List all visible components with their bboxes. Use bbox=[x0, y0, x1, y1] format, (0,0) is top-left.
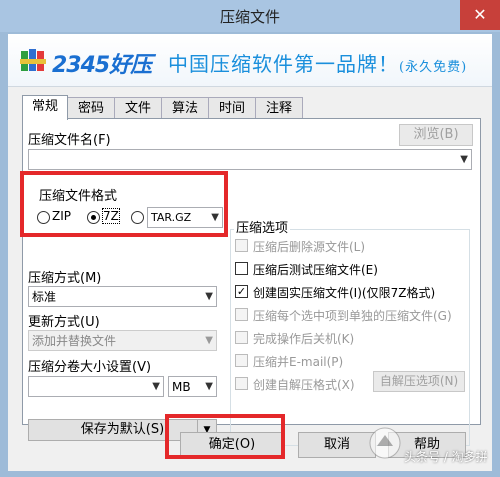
check-icon: ✓ bbox=[236, 285, 247, 298]
tab-algorithm[interactable]: 算法 bbox=[161, 97, 209, 119]
archive-books-icon bbox=[20, 49, 46, 71]
update-value: 添加并替换文件 bbox=[32, 334, 117, 348]
archive-name-input[interactable]: ▼ bbox=[28, 149, 472, 170]
title-bar[interactable]: 压缩文件 ✕ bbox=[0, 0, 500, 32]
opt-shutdown-checkbox[interactable] bbox=[235, 331, 248, 344]
opt-shutdown-label: 完成操作后关机(K) bbox=[253, 332, 355, 346]
sfx-options-button[interactable]: 自解压选项(N) bbox=[373, 371, 465, 392]
opt-separate-archives-checkbox[interactable] bbox=[235, 308, 248, 321]
method-select[interactable]: 标准 ▼ bbox=[28, 286, 217, 307]
opt-test-archive-label: 压缩后测试压缩文件(E) bbox=[253, 263, 378, 277]
chevron-down-icon: ▼ bbox=[205, 335, 213, 346]
save-default-label: 保存为默认(S) bbox=[80, 422, 165, 437]
method-label: 压缩方式(M) bbox=[28, 271, 102, 286]
tab-password[interactable]: 密码 bbox=[67, 97, 115, 119]
opt-test-archive-checkbox[interactable] bbox=[235, 262, 248, 275]
tab-general[interactable]: 常规 bbox=[22, 95, 68, 120]
split-unit-value: MB bbox=[172, 380, 191, 394]
opt-solid-archive-label: 创建固实压缩文件(I)(仅限7Z格式) bbox=[253, 286, 436, 300]
watermark: 头条号 / 淘多拼 bbox=[368, 418, 492, 468]
tab-files[interactable]: 文件 bbox=[114, 97, 162, 119]
brand-logo-text: 2345好压 bbox=[52, 53, 152, 78]
method-value: 标准 bbox=[32, 290, 57, 304]
brand-slogan: 中国压缩软件第一品牌！(永久免费) bbox=[168, 48, 467, 77]
opt-email-label: 压缩并E-mail(P) bbox=[253, 355, 344, 369]
tab-time[interactable]: 时间 bbox=[208, 97, 256, 119]
archive-name-label: 压缩文件名(F) bbox=[28, 133, 111, 148]
window-title: 压缩文件 bbox=[219, 8, 280, 26]
brand-banner: 2345好压 中国压缩软件第一品牌！(永久免费) bbox=[8, 34, 492, 87]
dialog-client: 2345好压 中国压缩软件第一品牌！(永久免费) 常规 密码 文件 算法 时间 … bbox=[8, 34, 492, 471]
split-label: 压缩分卷大小设置(V) bbox=[28, 360, 152, 375]
chevron-down-icon: ▼ bbox=[152, 381, 160, 392]
opt-separate-archives-label: 压缩每个选中项到单独的压缩文件(G) bbox=[253, 309, 452, 323]
watermark-text: 头条号 / 淘多拼 bbox=[404, 450, 488, 464]
chevron-down-icon: ▼ bbox=[205, 381, 213, 392]
opt-sfx-checkbox[interactable] bbox=[235, 377, 248, 390]
cancel-button[interactable]: 取消 bbox=[298, 432, 376, 458]
browse-button[interactable]: 浏览(B) bbox=[399, 124, 473, 146]
ok-highlight-box bbox=[165, 414, 285, 459]
opt-delete-source-checkbox[interactable] bbox=[235, 239, 248, 252]
split-unit-select[interactable]: MB ▼ bbox=[168, 376, 217, 397]
close-button[interactable]: ✕ bbox=[460, 0, 500, 30]
opt-email-checkbox[interactable] bbox=[235, 354, 248, 367]
watermark-logo-icon bbox=[369, 427, 401, 459]
slogan-main: 中国压缩软件第一品牌！ bbox=[168, 52, 399, 76]
update-select[interactable]: 添加并替换文件 ▼ bbox=[28, 330, 217, 351]
split-size-input[interactable]: ▼ bbox=[28, 376, 164, 397]
general-panel: 压缩文件名(F) 浏览(B) ▼ 压缩文件格式 ZIP 7Z TAR.GZ ▼ … bbox=[22, 118, 481, 446]
opt-solid-archive-checkbox[interactable]: ✓ bbox=[235, 285, 248, 298]
slogan-suffix: (永久免费) bbox=[399, 60, 468, 75]
options-label: 压缩选项 bbox=[234, 217, 291, 236]
opt-sfx-label: 创建自解压格式(X) bbox=[253, 378, 355, 392]
chevron-down-icon: ▼ bbox=[205, 291, 213, 302]
format-highlight-box bbox=[20, 171, 228, 237]
opt-delete-source-label: 压缩后删除源文件(L) bbox=[253, 240, 366, 254]
update-label: 更新方式(U) bbox=[28, 315, 100, 330]
chevron-down-icon: ▼ bbox=[460, 154, 468, 165]
compress-dialog: 压缩文件 ✕ 2345好压 中国压缩软件第一品牌！(永久免费) 常规 密码 文件… bbox=[0, 0, 500, 477]
tab-comment[interactable]: 注释 bbox=[255, 97, 303, 119]
